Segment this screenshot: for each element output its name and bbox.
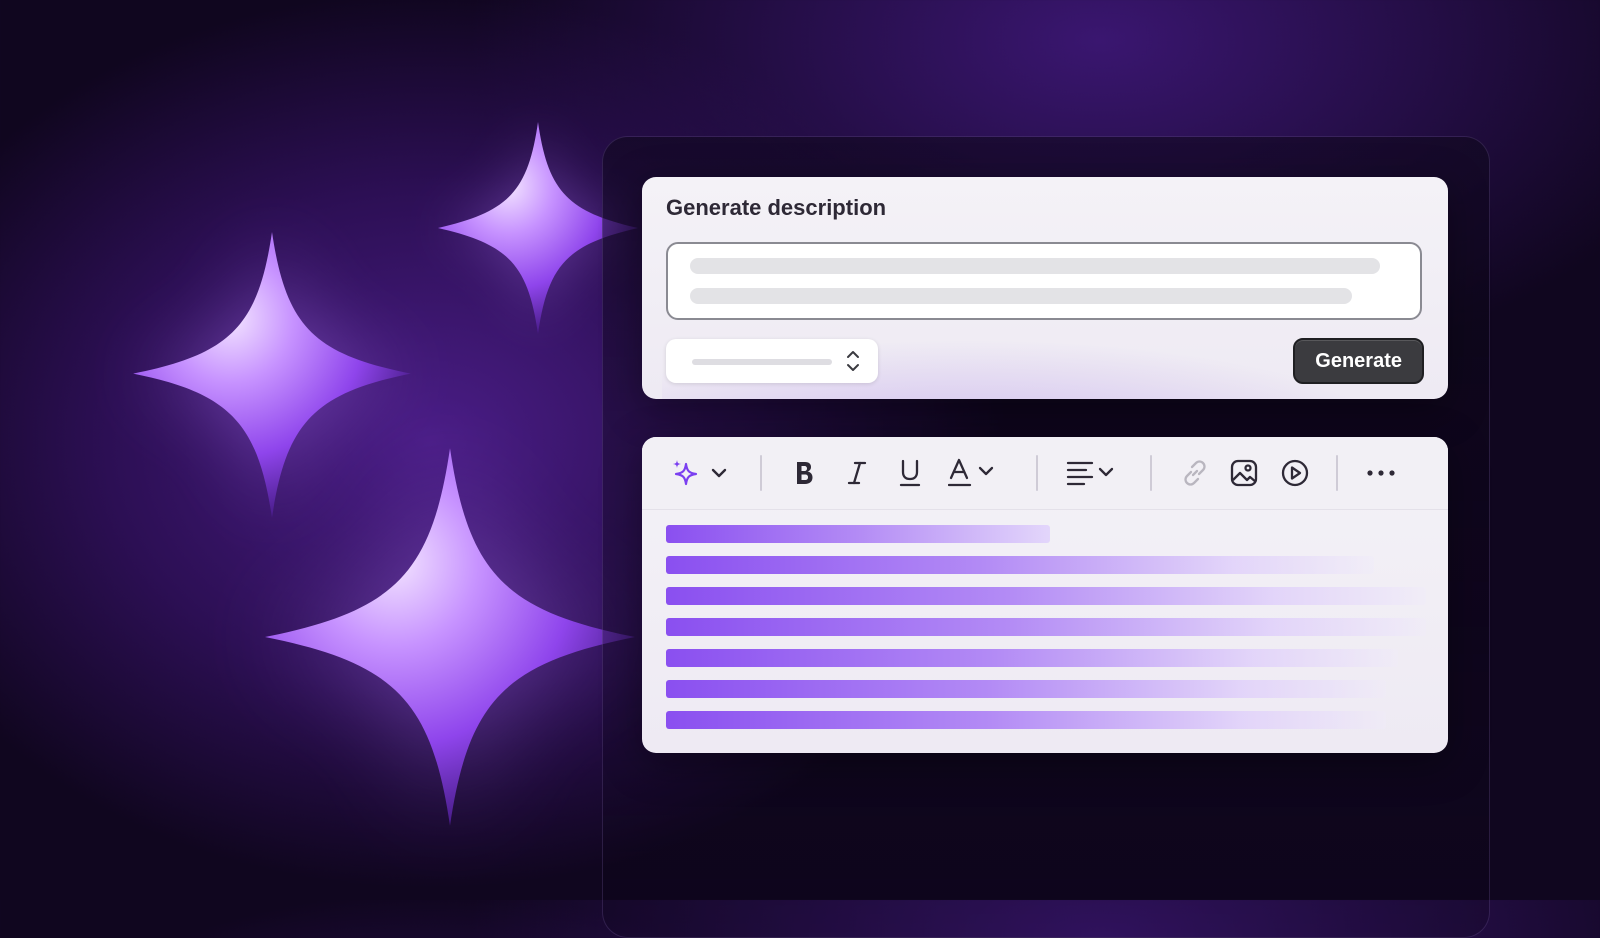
editor-content[interactable]	[642, 509, 1448, 753]
generated-text-line	[666, 649, 1398, 667]
image-icon[interactable]	[1230, 459, 1258, 487]
rich-text-editor	[642, 437, 1448, 753]
generated-text-line	[666, 711, 1386, 729]
chevron-up-down-icon	[846, 349, 860, 378]
tone-select[interactable]	[666, 339, 878, 383]
toolbar-divider	[1150, 455, 1152, 491]
placeholder-line	[690, 288, 1352, 304]
generate-button[interactable]: Generate	[1293, 338, 1424, 384]
generated-text-line	[666, 556, 1374, 574]
prompt-input[interactable]	[666, 242, 1422, 320]
underline-icon[interactable]	[898, 459, 922, 487]
generated-text-line	[666, 618, 1426, 636]
chevron-down-icon[interactable]	[710, 459, 728, 487]
generated-text-line	[666, 525, 1050, 543]
toolbar-divider	[1336, 455, 1338, 491]
toolbar-divider	[1036, 455, 1038, 491]
align-icon[interactable]	[1066, 459, 1116, 487]
generated-text-line	[666, 680, 1386, 698]
more-icon[interactable]	[1366, 459, 1396, 487]
sparkle-decoration-large	[265, 448, 635, 826]
placeholder-line	[690, 258, 1380, 274]
italic-icon[interactable]	[846, 459, 868, 487]
generate-description-panel: Generate description Generate	[642, 177, 1448, 399]
select-value-placeholder	[692, 359, 832, 365]
ai-sparkle-icon[interactable]	[670, 459, 700, 487]
panel-title: Generate description	[666, 195, 887, 220]
editor-toolbar	[642, 437, 1448, 510]
video-icon[interactable]	[1280, 459, 1310, 487]
bold-icon[interactable]	[792, 459, 816, 487]
link-icon[interactable]	[1180, 459, 1210, 487]
toolbar-divider	[760, 455, 762, 491]
text-color-icon[interactable]	[948, 458, 998, 487]
generated-text-line	[666, 587, 1426, 605]
